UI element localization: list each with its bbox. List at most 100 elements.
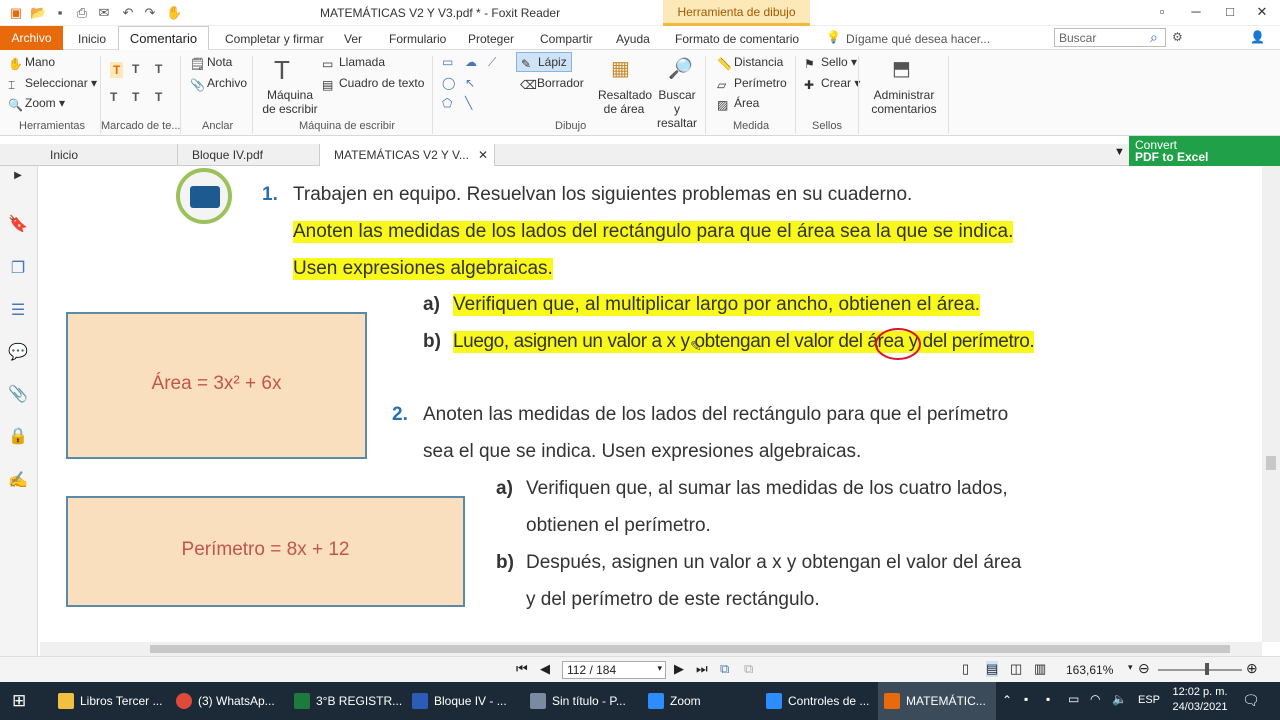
hand-tool-button[interactable]: ✋ Mano — [8, 55, 55, 71]
continuous-facing-icon[interactable]: ▥ — [1034, 661, 1046, 677]
taskbar-item[interactable]: Bloque IV - ... — [406, 682, 524, 720]
area-button[interactable]: ▨ Área — [717, 96, 759, 112]
perimeter-button[interactable]: ▱ Perímetro — [717, 76, 787, 92]
zoom-in-icon[interactable]: ⊕ — [1246, 660, 1258, 677]
tab-completar[interactable]: Completar y firmar — [225, 32, 324, 46]
squiggly-text-icon[interactable]: T — [110, 90, 117, 104]
manage-comments-button[interactable]: Administrar comentarios — [866, 88, 942, 116]
doc-tab-matematicas[interactable]: MATEMÁTICAS V2 Y V... ✕ — [320, 144, 495, 166]
page-number-input[interactable]: 112 / 184 ▾ — [562, 661, 666, 679]
convert-pdf-excel-banner[interactable]: Convert PDF to Excel — [1129, 136, 1280, 166]
continuous-page-icon[interactable]: ▤ — [986, 661, 999, 677]
zoom-slider-thumb[interactable] — [1205, 663, 1209, 675]
textbox-button[interactable]: ▤ Cuadro de texto — [322, 76, 424, 92]
area-highlight-button[interactable]: Resaltado de área — [598, 88, 652, 116]
tab-formulario[interactable]: Formulario — [389, 32, 446, 46]
cloud-icon[interactable]: ☁ — [465, 55, 477, 69]
replace-text-icon[interactable]: T — [132, 90, 139, 104]
doc-tab-inicio[interactable]: Inicio — [36, 144, 178, 166]
create-stamp-button[interactable]: ✚ Crear ▾ — [804, 76, 860, 92]
tab-comentario[interactable]: Comentario — [118, 26, 209, 51]
zoom-dropdown-icon[interactable]: ▾ — [1128, 662, 1133, 673]
open-icon[interactable]: 📂 — [30, 5, 46, 21]
pages-icon[interactable]: ❐ — [8, 258, 28, 278]
highlighted-text[interactable]: Luego, asignen un valor a x y obtengan e… — [453, 331, 1035, 353]
tray-expand-icon[interactable]: ⌃ — [1002, 693, 1012, 707]
highlighted-text[interactable]: Verifiquen que, al multiplicar largo por… — [453, 294, 981, 316]
redo-icon[interactable]: ↷ — [142, 5, 158, 21]
taskbar-item[interactable]: Zoom — [642, 682, 760, 720]
arrow-icon[interactable]: ↖ — [465, 76, 475, 90]
highlighted-text[interactable]: Usen expresiones algebraicas. — [293, 258, 553, 280]
zoom-tool-button[interactable]: 🔍 Zoom ▾ — [8, 96, 65, 112]
notifications-icon[interactable]: 🗨 — [1242, 692, 1260, 709]
tab-compartir[interactable]: Compartir — [540, 32, 593, 46]
minimize-button[interactable]: ─ — [1186, 4, 1206, 22]
tab-inicio[interactable]: Inicio — [78, 32, 106, 46]
page-dropdown-icon[interactable]: ▾ — [657, 663, 662, 674]
expand-pane-icon[interactable]: ▶ — [8, 170, 28, 190]
bookmark-icon[interactable]: 🔖 — [8, 214, 28, 234]
comments-icon[interactable]: 💬 — [8, 342, 28, 362]
eraser-button[interactable]: ⌫Borrador — [520, 76, 584, 92]
doc-tab-bloque-iv[interactable]: Bloque IV.pdf — [178, 144, 320, 166]
tab-ver[interactable]: Ver — [344, 32, 362, 46]
clock[interactable]: 12:02 p. m. 24/03/2021 — [1168, 685, 1232, 715]
print-icon[interactable]: ⎙ — [74, 5, 90, 21]
underline-text-icon[interactable]: T — [155, 62, 162, 76]
zoom-out-icon[interactable]: ⊖ — [1138, 660, 1150, 677]
layers-icon[interactable]: ☰ — [8, 300, 28, 320]
security-lock-icon[interactable]: 🔒 — [8, 426, 28, 446]
hand-tool-icon[interactable]: ✋ — [166, 5, 182, 21]
attachments-icon[interactable]: 📎 — [8, 384, 28, 404]
taskbar-item[interactable]: Sin título - P... — [524, 682, 642, 720]
previous-page-icon[interactable]: ◀ — [540, 661, 550, 677]
taskbar-item[interactable]: (3) WhatsAp... — [170, 682, 288, 720]
taskbar-item[interactable]: Controles de ... — [760, 682, 878, 720]
strikeout-text-icon[interactable]: T — [132, 62, 139, 76]
pencil-annotation-circle[interactable] — [872, 324, 924, 364]
last-page-icon[interactable]: ⏭ — [696, 661, 708, 677]
tray-app-icon[interactable]: ▪ — [1046, 692, 1050, 706]
highlight-text-icon[interactable]: T — [110, 62, 124, 78]
oval-icon[interactable]: ◯ — [442, 76, 455, 90]
callout-button[interactable]: ▭ Llamada — [322, 55, 385, 71]
search-icon[interactable]: ⌕ — [1150, 29, 1158, 46]
single-page-icon[interactable]: ▯ — [962, 661, 969, 677]
volume-icon[interactable]: 🔈 — [1112, 692, 1127, 706]
previous-view-icon[interactable]: ⧉ — [720, 661, 729, 677]
gear-icon[interactable]: ⚙ — [1172, 30, 1183, 44]
taskbar-item[interactable]: 3°B REGISTR... — [288, 682, 406, 720]
undo-icon[interactable]: ↶ — [120, 5, 136, 21]
tab-ayuda[interactable]: Ayuda — [616, 32, 650, 46]
vertical-scrollbar[interactable] — [1262, 166, 1280, 642]
vertical-scroll-thumb[interactable] — [1266, 456, 1276, 470]
tab-formato-comentario[interactable]: Formato de comentario — [675, 32, 799, 46]
tray-app-icon[interactable]: ▪ — [1024, 692, 1028, 706]
select-tool-button[interactable]: ⌶ Seleccionar ▾ — [8, 76, 97, 92]
next-page-icon[interactable]: ▶ — [674, 661, 684, 677]
file-attach-button[interactable]: 📎 Archivo — [190, 76, 247, 92]
tab-archivo[interactable]: Archivo — [0, 26, 63, 50]
close-button[interactable]: ✕ — [1252, 4, 1272, 22]
maximize-button[interactable]: □ — [1220, 4, 1240, 22]
line-icon[interactable]: ╲ — [465, 96, 472, 110]
polygon-icon[interactable]: ⬠ — [442, 96, 452, 110]
first-page-icon[interactable]: ⏮ — [516, 661, 528, 677]
save-icon[interactable]: ▪ — [52, 5, 68, 21]
input-language[interactable]: ESP — [1138, 694, 1160, 706]
tab-list-dropdown-icon[interactable]: ▼ — [1114, 146, 1125, 158]
horizontal-scrollbar[interactable] — [40, 642, 1262, 656]
close-tab-icon[interactable]: ✕ — [478, 144, 488, 166]
note-button[interactable]: 🗒 Nota — [190, 55, 232, 71]
highlighted-text[interactable]: Anoten las medidas de los lados del rect… — [293, 221, 1014, 243]
distance-button[interactable]: 📏 Distancia — [717, 55, 783, 71]
wifi-icon[interactable]: ◠ — [1090, 692, 1100, 706]
tell-me-box[interactable]: Dígame qué desea hacer... — [846, 32, 990, 46]
signature-icon[interactable]: ✍ — [8, 470, 28, 490]
search-highlight-button[interactable]: Buscar y resaltar — [654, 88, 700, 130]
tab-proteger[interactable]: Proteger — [468, 32, 514, 46]
zoom-slider-track[interactable] — [1158, 669, 1242, 671]
taskbar-item[interactable]: Libros Tercer ... — [52, 682, 170, 720]
rectangle-icon[interactable]: ▭ — [442, 55, 453, 69]
